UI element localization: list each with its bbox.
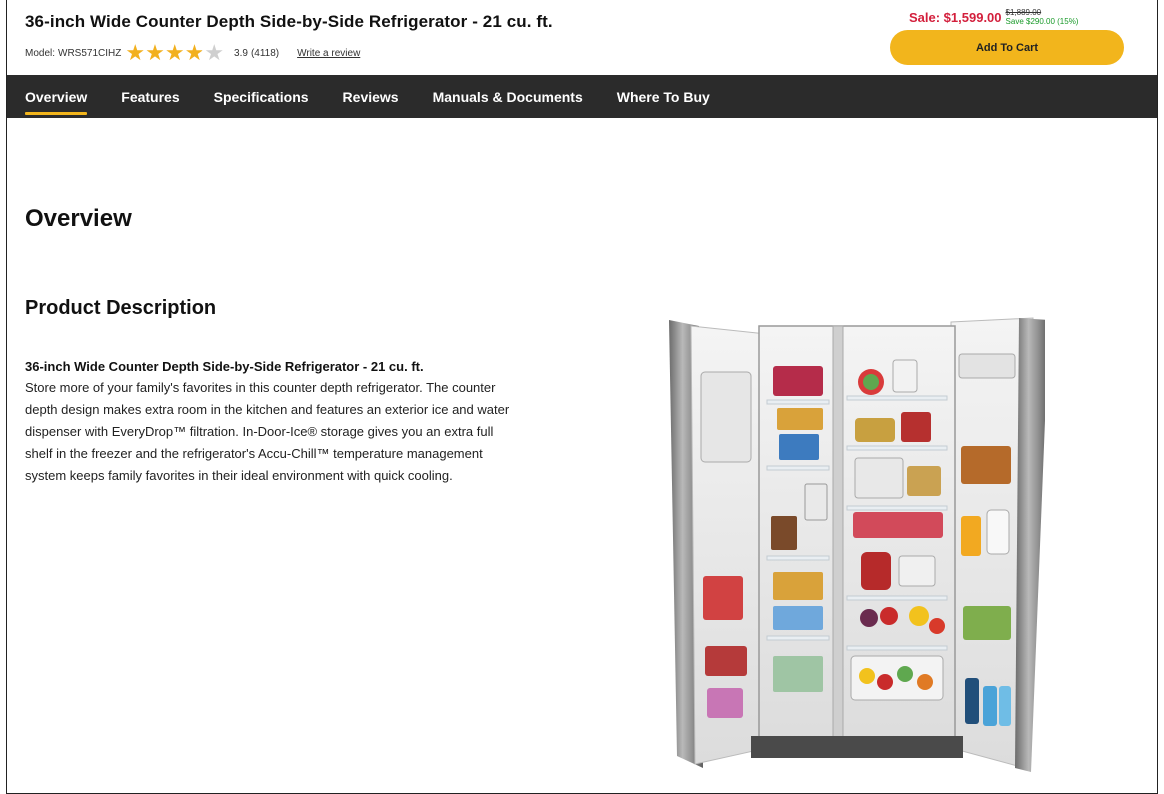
tab-manuals-documents[interactable]: Manuals & Documents: [433, 85, 583, 109]
description-text: Store more of your family's favorites in…: [25, 380, 510, 483]
tab-where-to-buy[interactable]: Where To Buy: [617, 85, 710, 109]
sale-price: Sale: $1,599.00: [909, 10, 1002, 25]
product-meta: Model: WRS571CIHZ ★ ★ ★ ★ ★ 3.9 (4118) W…: [25, 40, 360, 65]
star-icon: ★: [184, 40, 205, 65]
section-heading-overview: Overview: [25, 205, 132, 232]
star-icon: ★: [145, 40, 165, 65]
rating-value: 3.9: [234, 47, 248, 59]
add-to-cart-button[interactable]: Add To Cart: [890, 30, 1124, 65]
product-description-heading: Product Description: [25, 297, 217, 319]
write-review-link[interactable]: Write a review: [297, 48, 360, 59]
tab-reviews[interactable]: Reviews: [343, 85, 399, 109]
savings-amount: Save $290.00 (15%): [1005, 17, 1079, 26]
model-number: WRS571CIHZ: [58, 47, 122, 59]
product-header: 36-inch Wide Counter Depth Side-by-Side …: [7, 0, 1157, 75]
price-details: $1,889.00 Save $290.00 (15%): [1006, 8, 1079, 26]
original-price: $1,889.00: [1005, 8, 1042, 17]
tab-overview[interactable]: Overview: [25, 85, 88, 115]
product-nav: Overview Features Specifications Reviews…: [7, 75, 1157, 118]
product-description: 36-inch Wide Counter Depth Side-by-Side …: [25, 358, 520, 487]
tab-features[interactable]: Features: [121, 85, 179, 109]
model-label: Model:: [25, 47, 56, 59]
price-block: Sale: $1,599.00 $1,889.00 Save $290.00 (…: [909, 8, 1078, 26]
product-title: 36-inch Wide Counter Depth Side-by-Side …: [25, 12, 553, 31]
star-icon: ★: [125, 40, 146, 65]
reviews-count[interactable]: (4118): [251, 48, 279, 59]
refrigerator-image: [669, 317, 1045, 772]
star-icon: ★: [164, 40, 185, 65]
tab-specifications[interactable]: Specifications: [214, 85, 309, 109]
star-empty-icon: ★: [204, 40, 225, 65]
product-page: 36-inch Wide Counter Depth Side-by-Side …: [6, 0, 1158, 794]
description-title: 36-inch Wide Counter Depth Side-by-Side …: [25, 359, 424, 374]
rating-stars[interactable]: ★ ★ ★ ★ ★: [125, 40, 225, 65]
